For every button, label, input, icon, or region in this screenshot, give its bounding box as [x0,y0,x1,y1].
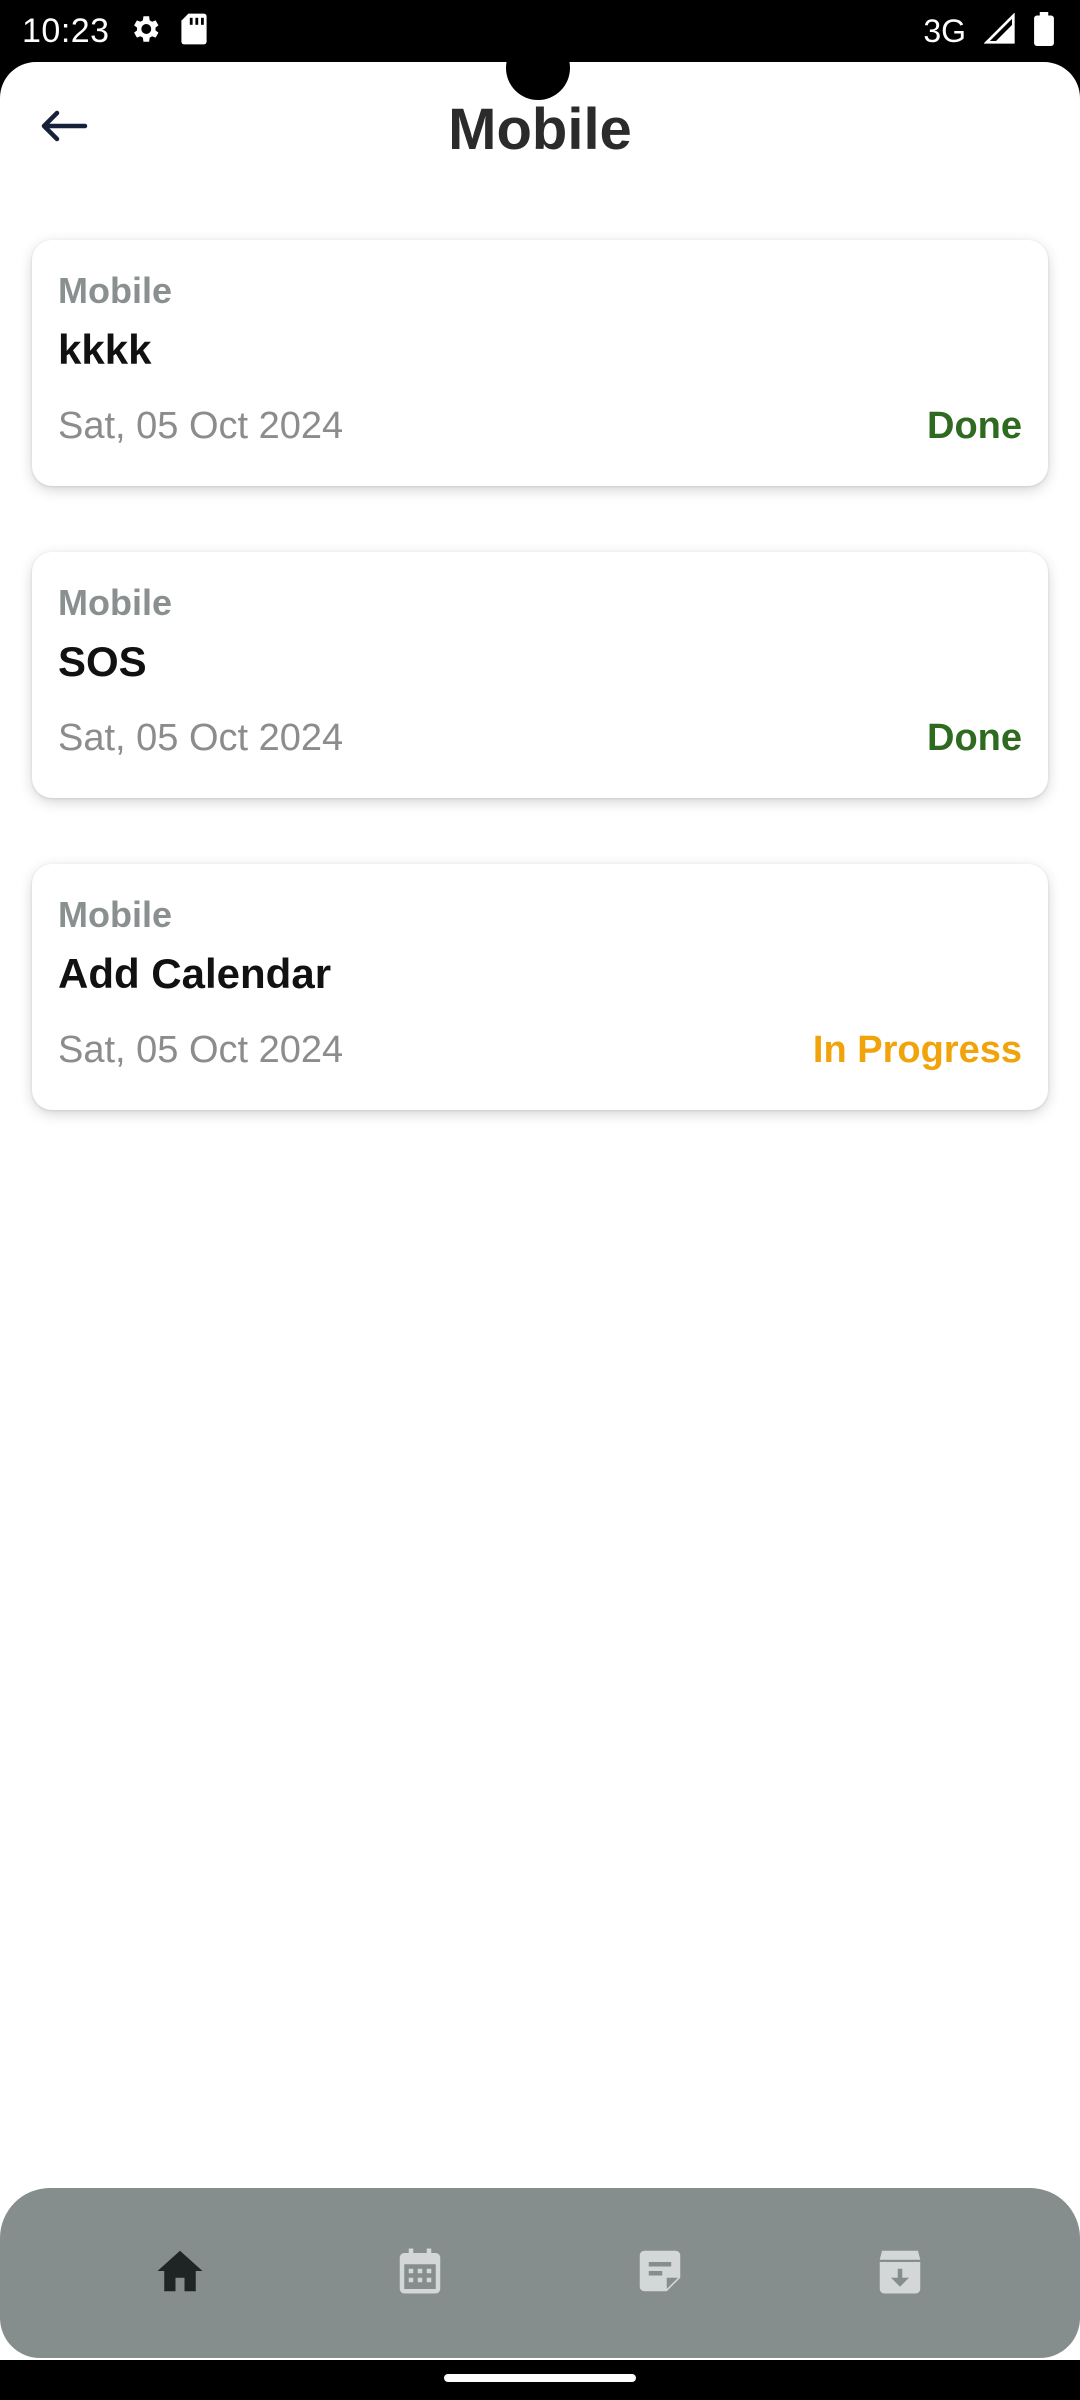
task-category: Mobile [58,270,172,311]
task-title: kkkk [58,326,152,373]
nav-archive[interactable] [845,2218,955,2328]
signal-icon [983,11,1016,50]
settings-icon [128,12,162,51]
calendar-icon [393,2244,447,2303]
note-icon [633,2244,687,2303]
task-category: Mobile [58,894,172,935]
task-card[interactable]: Mobile Add Calendar Sat, 05 Oct 2024 In … [32,864,1048,1110]
task-date: Sat, 05 Oct 2024 [58,405,344,447]
task-card[interactable]: Mobile SOS Sat, 05 Oct 2024 Done [32,552,1048,798]
task-card[interactable]: Mobile kkkk Sat, 05 Oct 2024 Done [32,240,1048,486]
bottom-navigation [0,2188,1080,2358]
app-surface: Mobile Mobile kkkk Sat, 05 Oct 2024 Done… [0,62,1080,2360]
network-type: 3G [923,12,966,49]
status-bar-left: 10:23 [22,12,208,51]
battery-icon [1034,11,1054,51]
nav-notes[interactable] [605,2218,715,2328]
task-status: In Progress [812,1029,1022,1071]
page-title: Mobile [448,97,632,162]
status-bar-right: 3G [923,11,1054,51]
home-icon [153,2244,207,2303]
archive-icon [873,2244,927,2303]
task-date: Sat, 05 Oct 2024 [58,1029,344,1071]
nav-home[interactable] [125,2218,235,2328]
camera-cutout [506,36,570,100]
gesture-bar [444,2374,636,2382]
task-category: Mobile [58,582,172,623]
task-status: Done [927,717,1022,759]
task-date: Sat, 05 Oct 2024 [58,717,344,759]
nav-calendar[interactable] [365,2218,475,2328]
task-title: SOS [58,638,147,685]
screen: 10:23 3G Mobile Mobile kkkk Sat, 05 Oct … [0,0,1080,2400]
task-status: Done [927,405,1022,447]
sd-card-icon [180,12,208,51]
task-title: Add Calendar [58,950,332,997]
status-time: 10:23 [22,11,110,50]
task-list: Mobile kkkk Sat, 05 Oct 2024 Done Mobile… [32,240,1048,1176]
